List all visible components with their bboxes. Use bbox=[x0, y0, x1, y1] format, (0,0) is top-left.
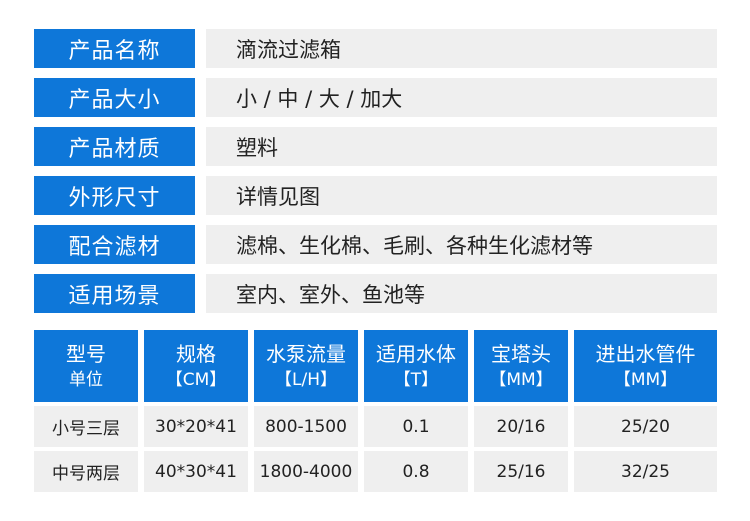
spec-label: 配合滤材 bbox=[34, 225, 195, 264]
header-sub: 【T】 bbox=[393, 369, 439, 390]
header-main: 水泵流量 bbox=[266, 341, 346, 366]
table-cell: 25/16 bbox=[474, 451, 568, 492]
spec-value: 滴流过滤箱 bbox=[206, 29, 717, 68]
header-sub: 【CM】 bbox=[165, 369, 227, 390]
spec-row-scenarios: 适用场景 室内、室外、鱼池等 bbox=[34, 274, 717, 313]
table-row: 小号三层 30*20*41 800-1500 0.1 20/16 25/20 bbox=[34, 406, 717, 447]
spec-row-name: 产品名称 滴流过滤箱 bbox=[34, 29, 717, 68]
spec-value: 塑料 bbox=[206, 127, 717, 166]
table-cell: 32/25 bbox=[574, 451, 717, 492]
table-header: 型号 单位 规格 【CM】 水泵流量 【L/H】 适用水体 【T】 宝塔头 【M… bbox=[34, 330, 717, 402]
spec-label: 产品材质 bbox=[34, 127, 195, 166]
table-cell: 0.1 bbox=[364, 406, 468, 447]
table-row: 中号两层 40*30*41 1800-4000 0.8 25/16 32/25 bbox=[34, 451, 717, 492]
header-water-volume: 适用水体 【T】 bbox=[364, 330, 468, 402]
spec-label: 产品大小 bbox=[34, 78, 195, 117]
header-sub: 单位 bbox=[69, 369, 103, 390]
spec-value: 小 / 中 / 大 / 加大 bbox=[206, 78, 717, 117]
table-cell: 40*30*41 bbox=[144, 451, 248, 492]
header-main: 适用水体 bbox=[376, 341, 456, 366]
header-sub: 【MM】 bbox=[613, 369, 678, 390]
header-hose-barb: 宝塔头 【MM】 bbox=[474, 330, 568, 402]
table-cell: 0.8 bbox=[364, 451, 468, 492]
header-main: 宝塔头 bbox=[491, 341, 551, 366]
spec-value: 滤棉、生化棉、毛刷、各种生化滤材等 bbox=[206, 225, 717, 264]
header-sub: 【MM】 bbox=[489, 369, 553, 390]
table-cell: 1800-4000 bbox=[254, 451, 358, 492]
spec-label: 产品名称 bbox=[34, 29, 195, 68]
header-pump-flow: 水泵流量 【L/H】 bbox=[254, 330, 358, 402]
model-table: 型号 单位 规格 【CM】 水泵流量 【L/H】 适用水体 【T】 宝塔头 【M… bbox=[34, 330, 717, 492]
header-main: 进出水管件 bbox=[595, 341, 696, 366]
spec-row-material: 产品材质 塑料 bbox=[34, 127, 717, 166]
spec-label: 适用场景 bbox=[34, 274, 195, 313]
header-main: 型号 bbox=[66, 341, 106, 366]
spec-row-size: 产品大小 小 / 中 / 大 / 加大 bbox=[34, 78, 717, 117]
spec-value: 室内、室外、鱼池等 bbox=[206, 274, 717, 313]
header-spec: 规格 【CM】 bbox=[144, 330, 248, 402]
spec-row-dimensions: 外形尺寸 详情见图 bbox=[34, 176, 717, 215]
table-cell: 中号两层 bbox=[34, 451, 138, 492]
header-sub: 【L/H】 bbox=[275, 369, 337, 390]
table-cell: 30*20*41 bbox=[144, 406, 248, 447]
table-cell: 25/20 bbox=[574, 406, 717, 447]
table-cell: 小号三层 bbox=[34, 406, 138, 447]
table-cell: 800-1500 bbox=[254, 406, 358, 447]
spec-row-filter-media: 配合滤材 滤棉、生化棉、毛刷、各种生化滤材等 bbox=[34, 225, 717, 264]
spec-value: 详情见图 bbox=[206, 176, 717, 215]
table-cell: 20/16 bbox=[474, 406, 568, 447]
spec-label: 外形尺寸 bbox=[34, 176, 195, 215]
header-main: 规格 bbox=[176, 341, 216, 366]
header-fittings: 进出水管件 【MM】 bbox=[574, 330, 717, 402]
header-model: 型号 单位 bbox=[34, 330, 138, 402]
